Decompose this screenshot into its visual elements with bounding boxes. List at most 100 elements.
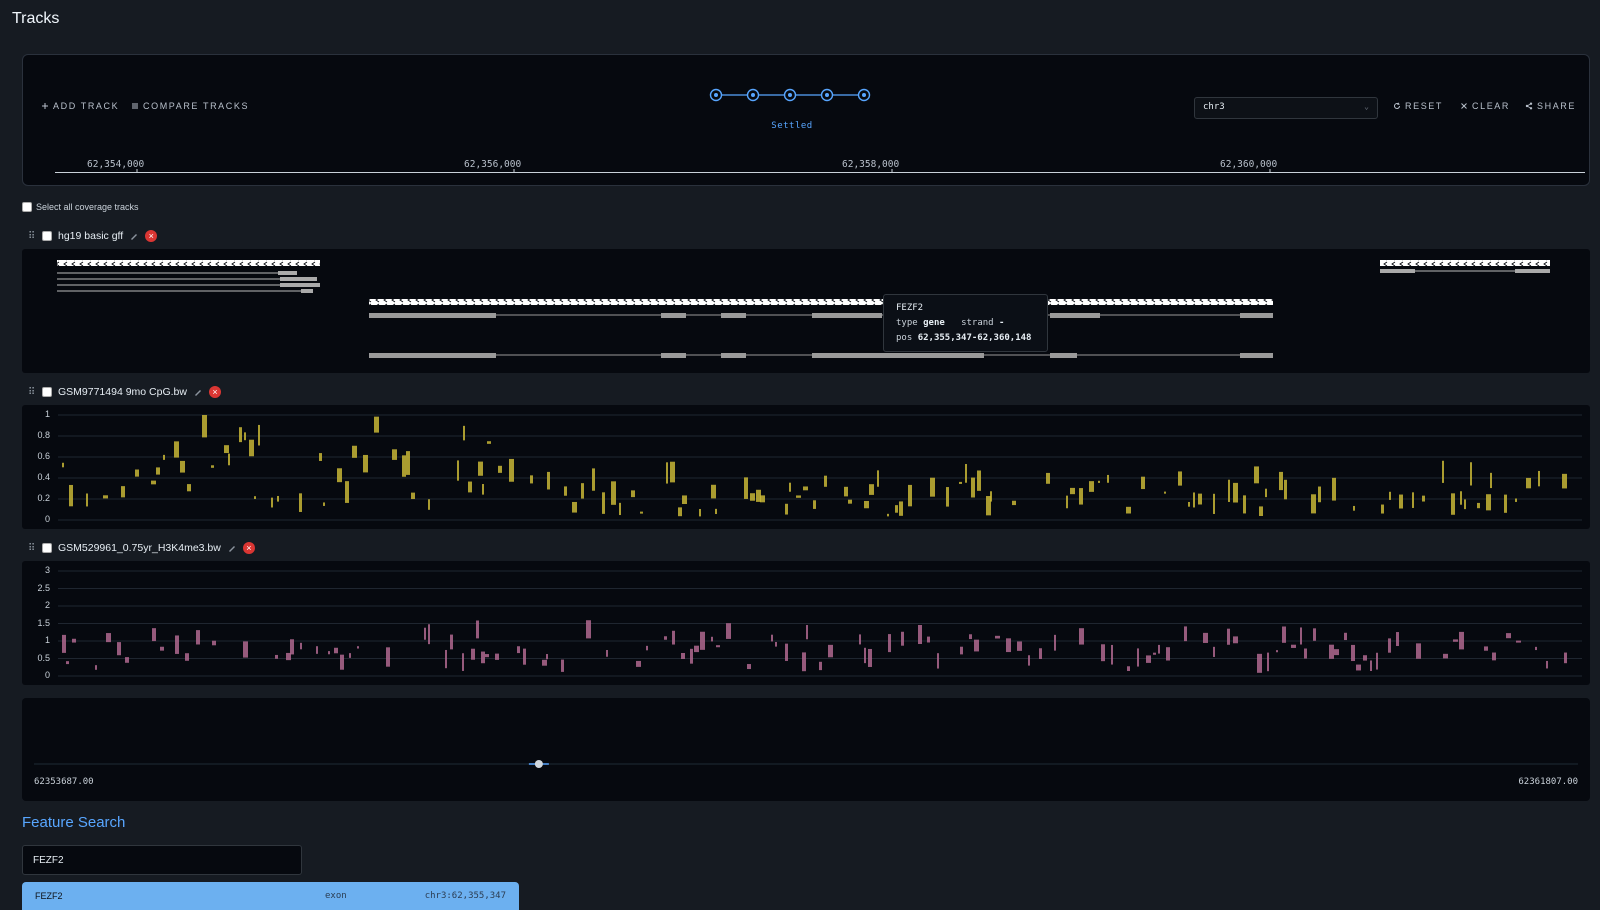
coverage-bar [700,631,705,650]
coverage-bar [1203,632,1208,643]
drag-handle-icon[interactable]: ⠿ [28,231,36,242]
coverage-bar [681,652,685,659]
annotation-track-panel [22,249,1590,373]
range-scrubber[interactable]: 62353687.00 62361807.00 [22,698,1590,801]
clear-label: CLEAR [1472,101,1511,111]
share-label: SHARE [1537,101,1577,111]
remove-track-icon[interactable]: × [145,230,158,242]
y-tick-label: 0.8 [37,430,50,440]
scrubber-handle[interactable] [534,760,543,768]
chromosome-select[interactable]: chr3 ⌄ [1194,97,1378,119]
coverage-bar [249,439,254,457]
search-result-item[interactable]: FEZF2 exon chr3:62,355,347 [22,882,519,910]
coverage-bar [254,496,256,500]
remove-track-icon[interactable]: × [208,386,221,398]
coverage-bar [636,660,641,667]
coverage-bar [1451,493,1455,515]
compare-tracks-button[interactable]: COMPARE TRACKS [131,101,249,111]
coverage-bar [316,646,318,654]
coverage-bar [212,640,216,646]
coverage-bar [334,647,338,654]
track-header-annotation: ⠿ hg19 basic gff × [28,230,158,242]
coverage-bar [66,661,69,665]
coverage-bar [1304,648,1307,659]
coverage-bar [672,630,675,645]
coverage-bar [1329,644,1334,659]
coverage-bar [392,449,397,460]
coverage-bar [619,502,621,516]
tooltip-type-row: type gene strand - [896,316,1035,331]
coverage-bar [711,636,713,642]
coverage-bar [1137,648,1139,667]
coverage-bar [386,647,390,667]
coverage-bar [1399,494,1403,509]
cpg-coverage-plot [58,414,1582,521]
coverage-bar [908,484,912,507]
coverage-bar [349,653,351,658]
track-header-h3k4me3: ⠿ GSM529961_0.75yr_H3K4me3.bw × [28,542,255,554]
coverage-bar [877,470,879,487]
coverage-bar [694,645,699,653]
coverage-bar [1107,474,1109,483]
coverage-bar [121,486,125,498]
coverage-bar [487,441,491,444]
coverage-bar [125,657,129,663]
coverage-bar [969,634,972,640]
coverage-bar [340,654,344,670]
track-checkbox[interactable] [42,543,52,553]
select-all-label: Select all coverage tracks [36,202,139,212]
feature-search-input[interactable] [22,845,302,875]
coverage-bar [244,432,246,441]
coverage-bar [666,462,668,484]
coverage-bar [1453,639,1458,642]
coverage-bar [995,635,1000,639]
ruler-axis [55,169,1585,173]
drag-handle-icon[interactable]: ⠿ [28,543,36,554]
coverage-bar [1006,638,1011,653]
remove-track-icon[interactable]: × [242,542,255,554]
select-all-checkbox[interactable] [22,202,32,212]
coverage-bar [1178,471,1182,486]
coverage-bar [187,484,191,492]
coverage-bar [785,503,788,515]
coverage-bar [352,445,357,458]
brush-icon[interactable] [129,231,139,241]
coverage-bar [974,639,979,652]
coverage-bar [564,486,567,496]
coverage-bar [275,654,278,659]
coverage-bar [402,455,406,477]
coverage-bar [1213,646,1215,657]
track-checkbox[interactable] [42,387,52,397]
clear-button[interactable]: CLEAR [1460,101,1510,111]
coverage-bar [1259,506,1263,516]
coverage-bar [211,465,214,468]
coverage-bar [1098,480,1100,483]
reset-button[interactable]: RESET [1393,101,1443,111]
gene-annotation-graphic [57,260,1550,358]
coverage-bar [1381,504,1384,514]
brush-icon[interactable] [227,543,237,553]
coverage-bar [802,652,806,672]
compare-icon [132,103,138,109]
coverage-bar [1012,500,1016,506]
drag-handle-icon[interactable]: ⠿ [28,387,36,398]
track-checkbox[interactable] [42,231,52,241]
coverage-bar [243,641,248,658]
coverage-bar [586,620,591,639]
coverage-bar [374,416,379,433]
coverage-bar [1388,638,1391,653]
coverage-bar [813,500,816,509]
coverage-bar [1313,628,1316,641]
select-all-coverage[interactable]: Select all coverage tracks [22,202,139,212]
coverage-bar [1562,473,1567,489]
coverage-bar [868,648,872,667]
y-tick-label: 0.6 [37,451,50,461]
coverage-bar [1442,460,1444,483]
coverage-bar [1464,499,1466,510]
coverage-bar [678,507,682,517]
add-track-label: ADD TRACK [53,101,120,111]
share-button[interactable]: SHARE [1525,101,1576,111]
add-track-button[interactable]: ADD TRACK [41,101,119,111]
coverage-bar [715,508,717,515]
brush-icon[interactable] [193,387,203,397]
